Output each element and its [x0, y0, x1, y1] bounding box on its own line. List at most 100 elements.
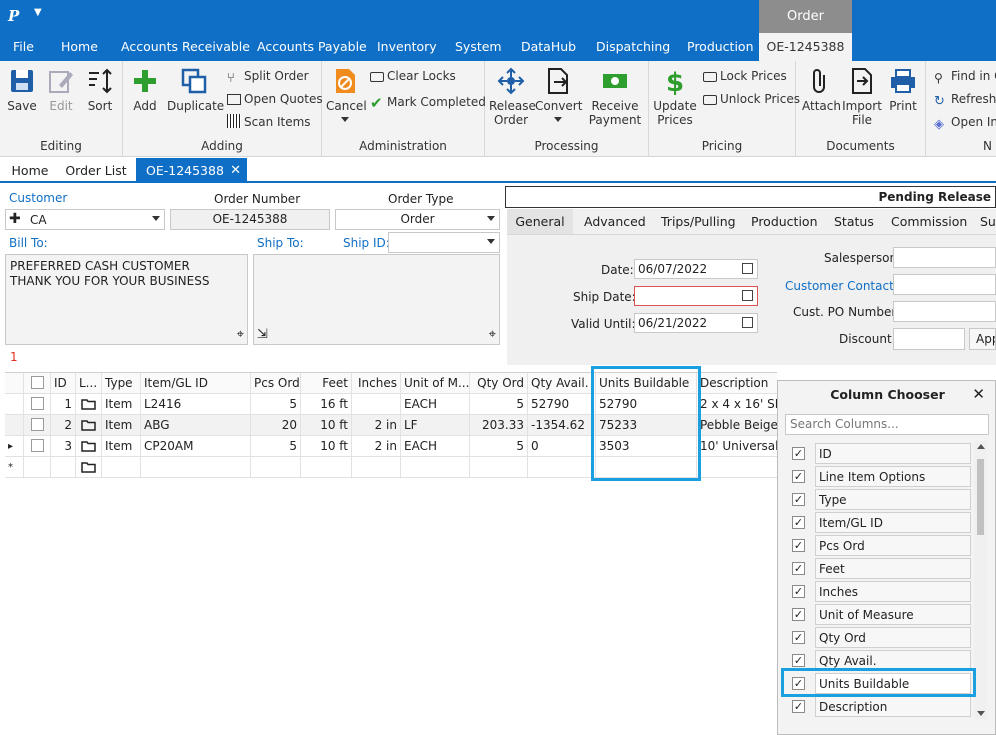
table-cell[interactable]: 16 ft — [301, 394, 352, 415]
checkbox[interactable]: ✓ — [792, 470, 805, 483]
find-button[interactable]: ⚲Find in C — [934, 68, 996, 85]
tab-sur[interactable]: Sur — [980, 209, 996, 234]
edit-button[interactable]: Edit — [46, 67, 76, 113]
convert-dropdown-icon[interactable] — [554, 117, 562, 122]
table-cell[interactable]: 20 — [251, 415, 301, 436]
new-row-cell[interactable] — [51, 457, 76, 478]
table-cell[interactable]: L2416 — [141, 394, 251, 415]
export-icon[interactable]: ⇲ — [257, 327, 268, 342]
table-cell[interactable]: ABG — [141, 415, 251, 436]
column-option-item-gl-id[interactable]: ✓ Item/GL ID — [788, 512, 971, 533]
customer-combo[interactable]: ✚ CA — [5, 209, 165, 230]
checkbox[interactable]: ✓ — [792, 516, 805, 529]
new-row-cell[interactable] — [528, 457, 596, 478]
table-cell[interactable]: Pebble Beige C — [697, 415, 777, 436]
scrollbar-thumb[interactable] — [977, 459, 984, 535]
column-option-qty-ord[interactable]: ✓ Qty Ord — [788, 627, 971, 648]
tab-status[interactable]: Status — [834, 209, 874, 234]
new-row-cell[interactable] — [352, 457, 401, 478]
table-cell[interactable]: EACH — [401, 394, 470, 415]
line-options-cell[interactable] — [76, 415, 102, 436]
checkbox[interactable]: ✓ — [792, 447, 805, 460]
column-header-line-options[interactable]: L... — [76, 373, 102, 394]
line-options-cell[interactable] — [76, 394, 102, 415]
scroll-down-icon[interactable] — [977, 711, 985, 716]
table-cell[interactable]: 10 ft — [301, 436, 352, 457]
sort-button[interactable]: Sort — [84, 67, 116, 113]
folder-open-icon[interactable] — [81, 419, 96, 431]
checkbox[interactable]: ✓ — [792, 493, 805, 506]
scroll-up-icon[interactable] — [977, 444, 985, 449]
menu-file[interactable]: File — [13, 33, 34, 61]
menu-dispatching[interactable]: Dispatching — [596, 33, 670, 61]
row-select-cell[interactable] — [24, 394, 51, 415]
table-cell[interactable]: 2 in — [352, 436, 401, 457]
menu-datahub[interactable]: DataHub — [521, 33, 576, 61]
new-row-cell[interactable] — [301, 457, 352, 478]
salesperson-field[interactable] — [893, 247, 996, 268]
scan-items-button[interactable]: Scan Items — [227, 114, 311, 130]
menu-order-tab[interactable]: OE-1245388 — [759, 33, 852, 61]
ship-to-box[interactable]: ⇲ ⌖ — [253, 254, 500, 345]
calendar-icon[interactable] — [742, 290, 753, 301]
table-cell[interactable] — [352, 394, 401, 415]
checkbox[interactable]: ✓ — [792, 608, 805, 621]
folder-open-icon[interactable] — [81, 440, 96, 452]
quick-access-dropdown-icon[interactable]: ▼ — [34, 7, 42, 18]
table-cell[interactable]: 10' Universal # — [697, 436, 777, 457]
new-row-cell[interactable] — [401, 457, 470, 478]
checkbox[interactable]: ✓ — [792, 585, 805, 598]
calendar-icon[interactable] — [742, 263, 753, 274]
cancel-button[interactable]: Cancel — [326, 67, 367, 122]
table-cell[interactable]: 5 — [470, 394, 528, 415]
attach-button[interactable]: Attach — [802, 67, 841, 113]
add-button[interactable]: Add — [131, 67, 159, 113]
close-icon[interactable]: ✕ — [230, 158, 241, 183]
column-header-feet[interactable]: Feet — [301, 373, 352, 394]
clear-locks-button[interactable]: Clear Locks — [370, 68, 456, 84]
map-pin-icon[interactable]: ⌖ — [489, 327, 496, 342]
column-header-id[interactable]: ID — [51, 373, 76, 394]
bill-to-box[interactable]: PREFERRED CASH CUSTOMER THANK YOU FOR YO… — [5, 254, 248, 345]
mark-completed-button[interactable]: ✔ Mark Completed — [370, 94, 486, 111]
lock-prices-button[interactable]: Lock Prices — [703, 68, 787, 84]
update-prices-button[interactable]: $ Update Prices — [653, 67, 697, 127]
close-icon[interactable]: ✕ — [972, 385, 985, 403]
unlock-prices-button[interactable]: Unlock Prices — [703, 91, 800, 107]
table-cell[interactable]: 10 ft — [301, 415, 352, 436]
column-option-pcs-ord[interactable]: ✓ Pcs Ord — [788, 535, 971, 556]
column-header-qty-avail[interactable]: Qty Avail. — [528, 373, 596, 394]
discount-field[interactable] — [893, 328, 965, 350]
select-all-header[interactable] — [24, 373, 51, 394]
tab-general[interactable]: General — [507, 209, 573, 234]
open-quotes-button[interactable]: Open Quotes — [227, 91, 323, 107]
valid-until-field[interactable]: 06/21/2022 — [634, 313, 758, 333]
table-cell[interactable]: 2 x 4 x 16' SPF — [697, 394, 777, 415]
new-row-cell[interactable] — [141, 457, 251, 478]
table-cell[interactable]: EACH — [401, 436, 470, 457]
release-order-button[interactable]: Release Order — [489, 67, 536, 127]
search-columns-input[interactable]: Search Columns... — [785, 414, 989, 435]
order-type-combo[interactable]: Order — [335, 209, 500, 230]
tab-order-list[interactable]: Order List — [62, 158, 130, 183]
ship-date-field[interactable] — [634, 286, 758, 306]
table-cell[interactable]: 203.33 — [470, 415, 528, 436]
checkbox[interactable] — [30, 376, 44, 389]
folder-open-icon[interactable] — [81, 461, 96, 473]
print-button[interactable]: Print — [886, 67, 920, 113]
cust-po-field[interactable] — [893, 301, 996, 322]
apply-button[interactable]: App — [969, 328, 996, 350]
column-header-qty-ord[interactable]: Qty Ord — [470, 373, 528, 394]
row-select-cell[interactable] — [24, 436, 51, 457]
refresh-button[interactable]: ↻ Refresh — [934, 91, 996, 109]
new-row-cell[interactable] — [470, 457, 528, 478]
menu-production[interactable]: Production — [687, 33, 754, 61]
menu-system[interactable]: System — [455, 33, 502, 61]
tab-advanced[interactable]: Advanced — [584, 209, 646, 234]
table-cell[interactable]: 2 in — [352, 415, 401, 436]
checkbox[interactable]: ✓ — [792, 631, 805, 644]
column-option-type[interactable]: ✓ Type — [788, 489, 971, 510]
tab-home[interactable]: Home — [5, 158, 55, 183]
checkbox[interactable] — [30, 439, 44, 452]
column-option-feet[interactable]: ✓ Feet — [788, 558, 971, 579]
